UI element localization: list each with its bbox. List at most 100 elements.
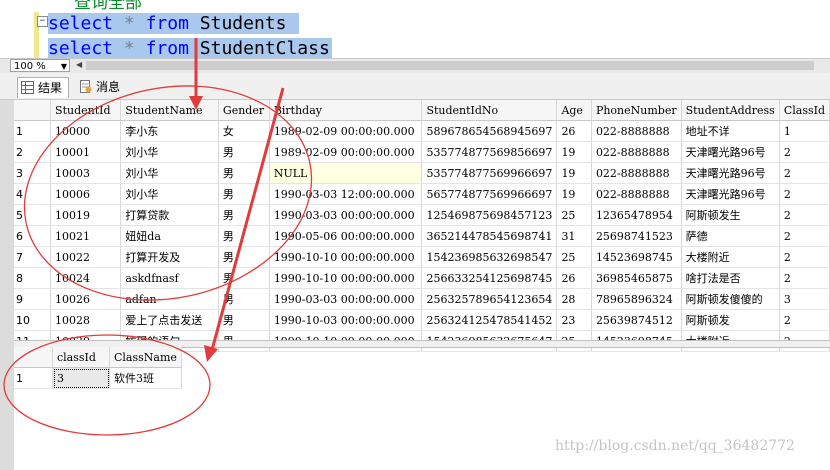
table-cell[interactable]: 男 [218,267,270,289]
table-cell[interactable]: 10028 [50,309,122,331]
tab-messages[interactable]: 消息 [76,77,126,97]
table-cell[interactable]: 3 [779,288,830,310]
table-cell[interactable]: 14523698745 [591,246,682,268]
table-cell[interactable]: 78965896324 [591,288,682,310]
table-cell[interactable]: 萨德 [681,225,780,247]
table-cell[interactable]: 啥打法是否 [681,267,780,289]
table-cell[interactable]: 022-8888888 [591,141,682,163]
table-cell[interactable]: 535774877569856697 [421,141,558,163]
table-cell[interactable]: 25639874512 [591,309,682,331]
table-cell[interactable]: 19 [556,183,592,205]
table-cell[interactable]: 365214478545698741 [421,225,558,247]
table-cell[interactable]: 软件3班 [109,367,182,389]
column-header[interactable]: Age [556,100,592,121]
row-number[interactable]: 9 [14,288,52,310]
column-header[interactable]: ClassId [779,100,830,121]
table-cell[interactable]: 爱上了点击发送 [120,309,219,331]
table-cell[interactable]: 1 [779,120,830,142]
table-cell[interactable]: 打算贷款 [120,204,219,226]
table-cell[interactable]: 男 [218,288,270,310]
table-cell[interactable]: 男 [218,162,270,184]
table-cell[interactable]: 1989-02-09 00:00:00.000 [269,141,423,163]
table-cell[interactable]: 022-8888888 [591,162,682,184]
table-cell[interactable]: 2 [779,183,830,205]
table-row[interactable]: 7 10022 打算开发及男 1990-10-10 00:00:00.000 15423… [14,246,830,268]
table-cell[interactable]: 2 [779,225,830,247]
table-cell[interactable]: 25 [556,204,592,226]
table-cell[interactable]: 妞妞da [120,225,219,247]
table-cell[interactable]: 154236985632698547 [421,246,558,268]
table-cell[interactable]: 589678654568945697 [421,120,558,142]
table-cell[interactable]: 23 [556,309,592,331]
table-cell[interactable]: 10022 [50,246,122,268]
collapse-icon[interactable]: − [37,16,48,27]
table-cell[interactable]: 10026 [50,288,122,310]
table-cell[interactable]: 31 [556,225,592,247]
table-cell[interactable]: 10019 [50,204,122,226]
tab-results[interactable]: 结果 [17,77,70,98]
table-cell[interactable]: NULL [269,162,423,184]
table-cell[interactable]: 2 [779,162,830,184]
column-header[interactable]: Birthday [269,100,423,121]
table-cell[interactable]: 男 [218,183,270,205]
table-row[interactable]: 1 10000 李小东女 1989-02-09 00:00:00.000 5896786… [14,120,830,142]
table-cell[interactable]: 1990-03-03 12:00:00.000 [269,183,423,205]
table-cell[interactable]: 1990-03-03 00:00:00.000 [269,288,423,310]
table-cell[interactable]: 李小东 [120,120,219,142]
table-cell[interactable]: 256324125478541452 [421,309,558,331]
table-cell[interactable]: 26 [556,267,592,289]
table-cell[interactable]: 12365478954 [591,204,682,226]
column-header[interactable]: StudentIdNo [421,100,558,121]
table-cell[interactable]: 19 [556,141,592,163]
table-cell[interactable]: 022-8888888 [591,120,682,142]
table-cell[interactable]: 1990-10-10 00:00:00.000 [269,267,423,289]
sql-line-2[interactable]: select * from StudentClass [48,37,332,60]
table-cell[interactable]: 天津曙光路96号 [681,183,780,205]
column-header[interactable]: StudentAddress [681,100,780,121]
table-cell[interactable]: 阿斯顿发生 [681,204,780,226]
sql-line-1[interactable]: select * from Students [48,12,300,35]
table-cell[interactable]: 刘小华 [120,141,219,163]
table-cell[interactable]: 36985465875 [591,267,682,289]
table-cell[interactable]: 2 [779,267,830,289]
table-cell[interactable]: 男 [218,246,270,268]
scroll-left-icon[interactable]: ◀ [76,60,82,69]
row-number[interactable]: 10 [14,309,52,331]
table-cell[interactable]: 26 [556,120,592,142]
table-row[interactable]: 9 10026 adfan 男 1990-03-03 00:00:00.000 25632… [14,288,830,310]
table-cell[interactable]: 1990-03-03 00:00:00.000 [269,204,423,226]
table-cell[interactable]: 1989-02-09 00:00:00.000 [269,120,423,142]
table-cell[interactable]: 256633254125698745 [421,267,558,289]
table-cell[interactable]: 535774877569966697 [421,162,558,184]
table-cell[interactable]: 10006 [50,183,122,205]
table-cell[interactable]: 阿斯顿发 [681,309,780,331]
table-cell[interactable]: 19 [556,162,592,184]
row-number[interactable]: 6 [14,225,52,247]
table-cell[interactable]: 10001 [50,141,122,163]
table-cell[interactable]: 天津曙光路96号 [681,162,780,184]
table-cell[interactable]: 地址不详 [681,120,780,142]
column-header[interactable]: PhoneNumber [591,100,682,121]
table-cell[interactable]: 25 [556,246,592,268]
table-cell[interactable]: askdfnasf [120,267,219,289]
table-cell[interactable]: 阿斯顿发傻傻的 [681,288,780,310]
column-header[interactable]: classId [52,347,110,368]
table-cell[interactable]: 3 [52,367,110,389]
table-cell[interactable]: 打算开发及 [120,246,219,268]
table-cell[interactable]: 女 [218,120,270,142]
table-row[interactable]: 6 10021 妞妞da 男 1990-05-06 00:00:00.000 365214… [14,225,830,247]
table-row[interactable]: 1 3 软件3班 [14,367,182,389]
row-number[interactable]: 1 [14,367,53,389]
table-cell[interactable]: 1990-10-03 00:00:00.000 [269,309,423,331]
table-cell[interactable]: 256325789654123654 [421,288,558,310]
table-row[interactable]: 10 10028 爱上了点击发送男 1990-10-03 00:00:00.000 25… [14,309,830,331]
row-number[interactable]: 2 [14,141,52,163]
column-header[interactable]: ClassName [109,347,182,368]
table-cell[interactable]: 2 [779,309,830,331]
table-cell[interactable]: 10000 [50,120,122,142]
row-number[interactable]: 7 [14,246,52,268]
table-cell[interactable]: 男 [218,225,270,247]
table-cell[interactable]: 刘小华 [120,183,219,205]
row-number[interactable]: 5 [14,204,52,226]
horizontal-scrollbar[interactable] [86,61,814,70]
